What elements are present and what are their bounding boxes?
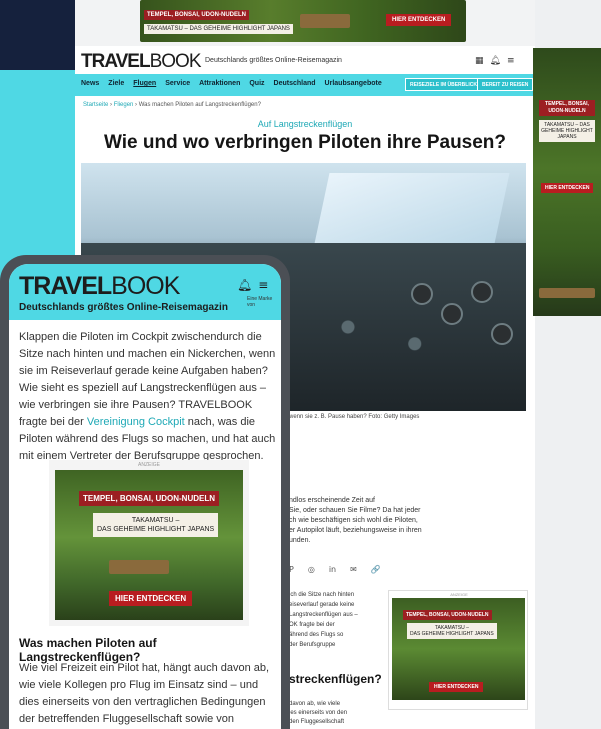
ad-tag: TEMPEL, BONSAI, UDON-NUDELN [403, 610, 492, 620]
header: TRAVELBOOK Deutschlands größtes Online-R… [75, 46, 535, 74]
phone-frame: TRAVELBOOK Deutschlands größtes Online-R… [0, 255, 290, 729]
nav-service[interactable]: Service [165, 80, 190, 87]
skyscraper-ad[interactable]: TEMPEL, BONSAI, UDON-NUDELN TAKAMATSU – … [533, 48, 601, 316]
subheading-fragment: streckenflügen? [289, 672, 382, 686]
link-icon[interactable]: 🔗 [371, 565, 381, 574]
mobile-screen: TRAVELBOOK Deutschlands größtes Online-R… [9, 264, 281, 729]
menu-icon[interactable]: ≡ [258, 278, 268, 292]
bell-icon[interactable]: 🔔︎ [490, 56, 501, 66]
section-paragraph: Wie viel Freizeit ein Pilot hat, hängt a… [19, 662, 270, 725]
side-ad[interactable]: ANZEIGE TEMPEL, BONSAI, UDON-NUDELN TAKA… [388, 590, 528, 710]
nav-quiz[interactable]: Quiz [249, 80, 264, 87]
ad-tag: TEMPEL, BONSAI, UDON-NUDELN [79, 491, 219, 506]
main-nav: News Ziele Flugen Service Attraktionen Q… [75, 74, 535, 96]
travelbook-logo[interactable]: TRAVELBOOK [19, 272, 180, 301]
logo-bold: TRAVEL [19, 272, 112, 300]
breadcrumb-home[interactable]: Startseite [83, 102, 108, 108]
logo-light: BOOK [111, 272, 180, 300]
ad-tag: TEMPEL, BONSAI, UDON-NUDELN [539, 100, 595, 116]
travelbook-logo[interactable]: TRAVELBOOK [81, 51, 201, 73]
menu-icon[interactable]: ≡ [507, 56, 515, 66]
nav-attraktionen[interactable]: Attraktionen [199, 80, 240, 87]
nav-fliegen[interactable]: Flugen [133, 80, 156, 87]
top-ad-area: TEMPEL, BONSAI, UDON-NUDELN TAKAMATSU – … [75, 0, 535, 46]
header-icons: ▦ 🔔︎ ≡ [475, 56, 515, 66]
image-caption: wenn sie z. B. Pause haben? Foto: Getty … [289, 414, 420, 420]
stern-logo-icon: ▦ [475, 56, 484, 66]
site-tagline: Deutschlands größtes Online-Reisemagazin [205, 57, 342, 64]
gauge [441, 303, 463, 325]
article-text-fragment: ndlos erscheinende Zeit auf Sie, oder sc… [289, 497, 422, 544]
ad-subtitle: TAKAMATSU – DAS GEHEIME HIGHLIGHT JAPANS [407, 623, 497, 639]
ad-cta-button[interactable]: HIER ENTDECKEN [109, 591, 193, 606]
logo-light: BOOK [149, 51, 202, 72]
gauge [491, 323, 513, 345]
nav-deutschland[interactable]: Deutschland [274, 80, 316, 87]
breadcrumb-section[interactable]: Fliegen [114, 102, 134, 108]
boat-image [300, 14, 350, 28]
ad-tag: TEMPEL, BONSAI, UDON-NUDELN [144, 10, 249, 20]
email-icon[interactable]: ✉ [350, 565, 357, 574]
breadcrumb: Startseite › Fliegen › Was machen Pilote… [83, 102, 261, 108]
ad-subtitle: TAKAMATSU – DAS GEHEIME HIGHLIGHT JAPANS [93, 513, 219, 537]
nav-ziele[interactable]: Ziele [108, 80, 124, 87]
reiseziele-button[interactable]: REISEZIELE IM ÜBERBLICK [405, 78, 482, 91]
ad-subtitle: TAKAMATSU – DAS GEHEIME HIGHLIGHT JAPANS [144, 24, 293, 34]
bereit-zu-reisen-button[interactable]: BEREIT ZU REISEN [477, 78, 534, 91]
mobile-ad[interactable]: ANZEIGE TEMPEL, BONSAI, UDON-NUDELN TAKA… [49, 460, 249, 626]
boat-image [109, 560, 169, 574]
share-bar: P ◎ in ✉ 🔗 [289, 565, 381, 574]
intro-text: Klappen die Piloten im Cockpit zwischend… [19, 331, 276, 428]
linkedin-icon[interactable]: in [329, 565, 336, 574]
ad-cta-button[interactable]: HIER ENTDECKEN [429, 682, 484, 692]
stern-brand-label: Eine Marke von [247, 296, 273, 308]
breadcrumb-current: Was machen Piloten auf Langstreckenflüge… [138, 102, 261, 108]
article-text-fragment-2: ich die Sitze nach hinten eiseverlauf ge… [289, 592, 358, 648]
ad-cta-button[interactable]: HIER ENTDECKEN [541, 183, 594, 193]
mobile-header-icons: 🔔︎ ≡ [237, 278, 268, 292]
logo-bold: TRAVEL [81, 51, 151, 72]
whatsapp-icon[interactable]: ◎ [308, 565, 315, 574]
article-kicker: Auf Langstreckenflügen [257, 119, 353, 129]
article-headline: Wie und wo verbringen Piloten ihre Pause… [103, 132, 507, 153]
ad-subtitle: TAKAMATSU – DAS GEHEIME HIGHLIGHT JAPANS [539, 120, 595, 142]
gauge [411, 283, 433, 305]
boat-image [539, 288, 595, 298]
bell-icon[interactable]: 🔔︎ [237, 278, 252, 292]
ad-label: ANZEIGE [450, 592, 468, 597]
mobile-header: TRAVELBOOK Deutschlands größtes Online-R… [9, 264, 281, 320]
gauge [471, 281, 493, 303]
vereinigung-cockpit-link[interactable]: Vereinigung Cockpit [87, 416, 185, 428]
top-banner-ad[interactable]: TEMPEL, BONSAI, UDON-NUDELN TAKAMATSU – … [140, 0, 466, 42]
cockpit-window [312, 173, 510, 253]
nav-urlaubsangebote[interactable]: Urlaubsangebote [325, 80, 382, 87]
article-text-fragment-3: davon ab, wie viele ies einerseits von d… [289, 701, 348, 725]
intro-paragraph: Klappen die Piloten im Cockpit zwischend… [19, 329, 277, 465]
site-tagline: Deutschlands größtes Online-Reisemagazin [19, 302, 228, 313]
ad-label: ANZEIGE [138, 462, 160, 468]
nav-news[interactable]: News [81, 80, 99, 87]
ad-cta-button[interactable]: HIER ENTDECKEN [386, 14, 452, 26]
